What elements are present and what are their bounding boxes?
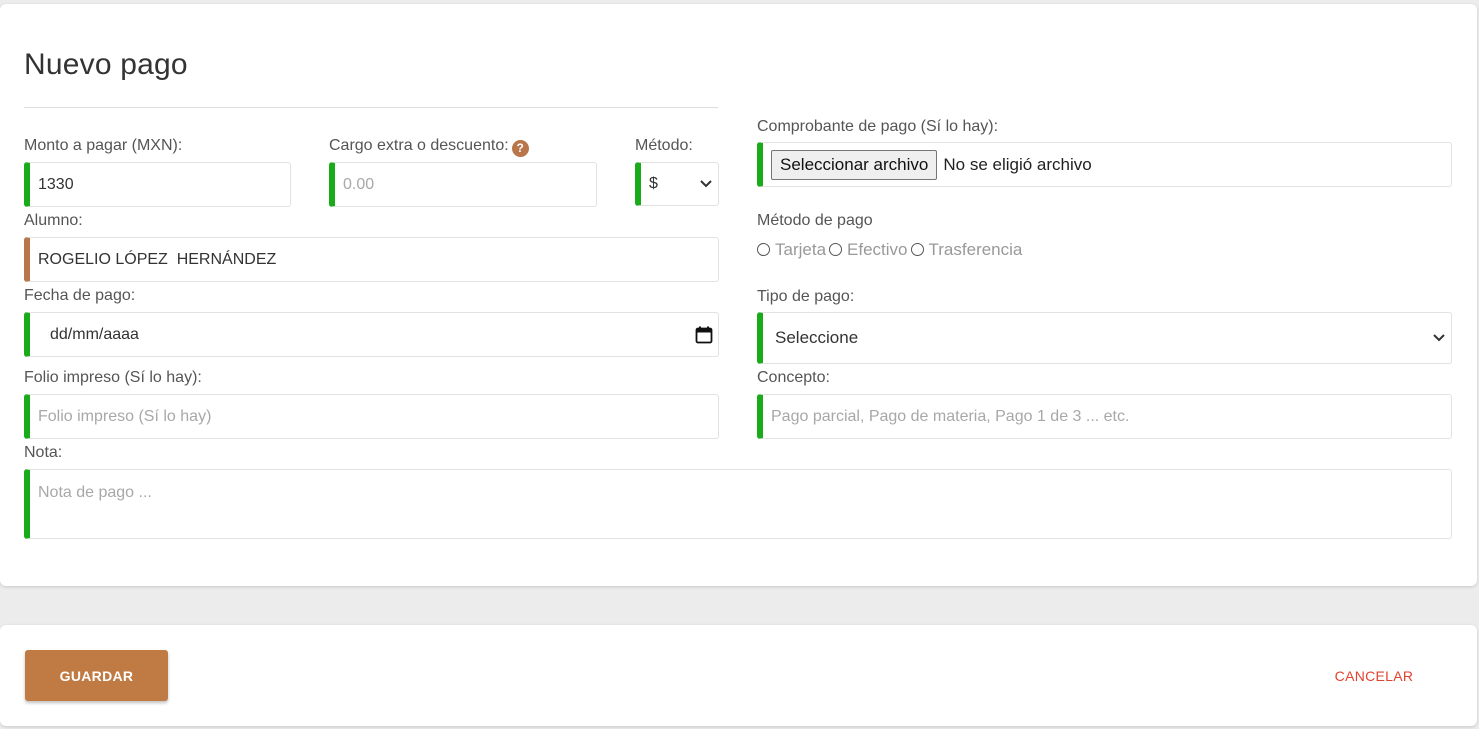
monto-input[interactable]: 1330: [24, 162, 291, 207]
radio-tarjeta-label: Tarjeta: [775, 240, 827, 259]
cargo-label-text: Cargo extra o descuento:: [329, 137, 509, 154]
metodo-pago-radio-group: Tarjeta Efectivo Trasferencia: [757, 240, 1025, 260]
radio-circle-icon[interactable]: [757, 242, 770, 256]
cargo-input[interactable]: 0.00: [329, 162, 597, 207]
alumno-input[interactable]: ROGELIO LÓPEZ HERNÁNDEZ: [24, 237, 719, 282]
radio-circle-icon[interactable]: [910, 242, 924, 256]
concepto-placeholder: Pago parcial, Pago de materia, Pago 1 de…: [771, 407, 1130, 425]
calendar-icon[interactable]: [695, 326, 713, 344]
file-status: No se eligió archivo: [943, 154, 1092, 174]
chevron-down-icon: [700, 180, 712, 188]
folio-placeholder: Folio impreso (Sí lo hay): [38, 407, 212, 425]
cargo-placeholder: 0.00: [343, 175, 375, 193]
comprobante-label: Comprobante de pago (Sí lo hay):: [757, 118, 999, 135]
monto-label: Monto a pagar (MXN):: [24, 137, 183, 154]
tipo-pago-select[interactable]: Seleccione: [757, 312, 1452, 364]
question-circle-icon[interactable]: ?: [511, 140, 529, 157]
metodo-label: Método:: [635, 137, 693, 154]
chevron-down-icon: [1433, 334, 1445, 342]
page-title: Nuevo pago: [24, 48, 188, 81]
folio-input[interactable]: Folio impreso (Sí lo hay): [24, 394, 719, 439]
footer-card: [0, 625, 1477, 726]
title-divider: [24, 107, 718, 108]
cargo-label: Cargo extra o descuento:?: [329, 137, 529, 157]
radio-efectivo-label: Efectivo: [847, 240, 908, 259]
radio-tarjeta[interactable]: Tarjeta: [757, 240, 826, 260]
alumno-label: Alumno:: [24, 212, 83, 229]
tipo-pago-label: Tipo de pago:: [757, 288, 855, 305]
metodo-select[interactable]: $: [635, 162, 719, 206]
fecha-label: Fecha de pago:: [24, 287, 136, 304]
radio-trasferencia-label: Trasferencia: [928, 240, 1023, 259]
save-button[interactable]: GUARDAR: [25, 650, 168, 701]
select-file-button[interactable]: Seleccionar archivo: [771, 149, 938, 180]
concepto-label: Concepto:: [757, 369, 830, 386]
fecha-input[interactable]: dd/mm/aaaa: [24, 312, 719, 357]
radio-trasferencia[interactable]: Trasferencia: [910, 240, 1023, 260]
folio-label: Folio impreso (Sí lo hay):: [24, 369, 202, 386]
metodo-pago-label: Método de pago: [757, 212, 873, 229]
metodo-selected: $: [649, 175, 658, 192]
radio-efectivo[interactable]: Efectivo: [829, 240, 908, 260]
alumno-value: ROGELIO LÓPEZ HERNÁNDEZ: [38, 250, 277, 268]
radio-circle-icon[interactable]: [829, 242, 843, 256]
fecha-placeholder: dd/mm/aaaa: [50, 325, 139, 343]
nota-placeholder: Nota de pago ...: [38, 484, 152, 501]
cancel-button[interactable]: CANCELAR: [1320, 650, 1428, 701]
monto-value: 1330: [38, 175, 74, 193]
nota-label: Nota:: [24, 444, 63, 461]
concepto-input[interactable]: Pago parcial, Pago de materia, Pago 1 de…: [757, 394, 1452, 439]
comprobante-file-input[interactable]: Seleccionar archivo No se eligió archivo: [757, 142, 1452, 187]
nota-textarea[interactable]: Nota de pago ...: [24, 469, 1452, 539]
tipo-pago-selected: Seleccione: [775, 328, 859, 347]
